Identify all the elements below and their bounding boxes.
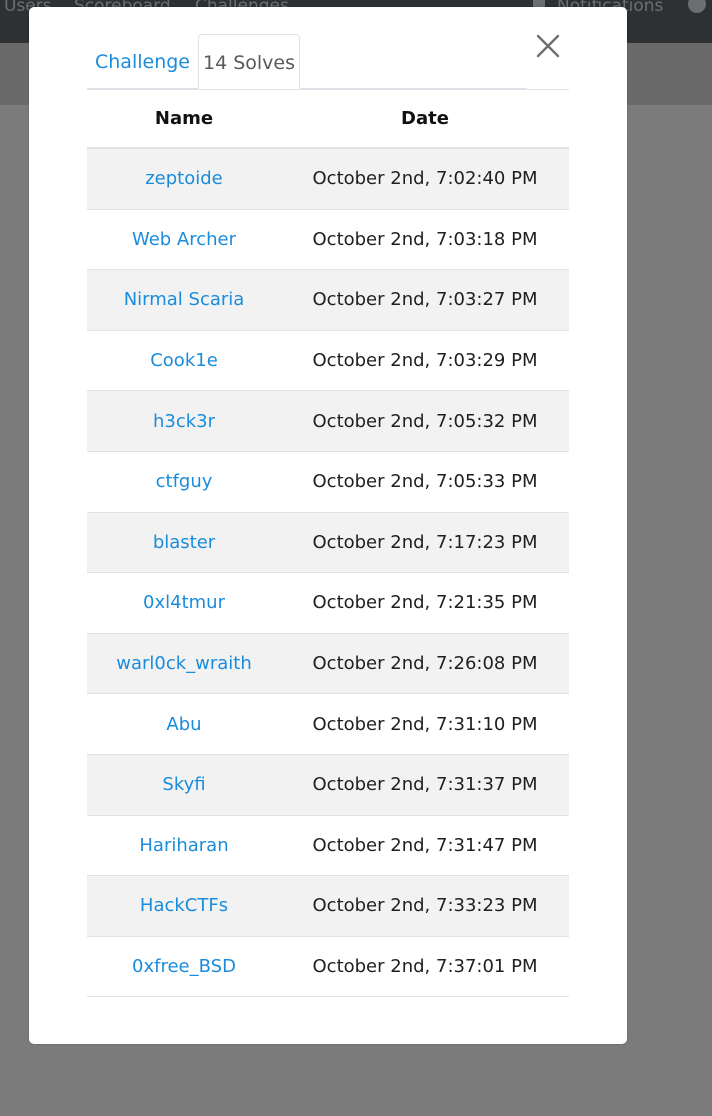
close-icon <box>536 34 560 58</box>
user-link[interactable]: blaster <box>153 532 215 553</box>
solves-modal: Challenge 14 Solves Name Date zeptoide O… <box>29 7 627 1044</box>
date-cell: October 2nd, 7:31:37 PM <box>281 754 569 816</box>
date-cell: October 2nd, 7:21:35 PM <box>281 572 569 634</box>
table-row: ctfguy October 2nd, 7:05:33 PM <box>87 451 569 513</box>
date-cell: October 2nd, 7:31:10 PM <box>281 693 569 755</box>
name-cell: h3ck3r <box>87 390 281 452</box>
table-row: zeptoide October 2nd, 7:02:40 PM <box>87 148 569 210</box>
table-row: Web Archer October 2nd, 7:03:18 PM <box>87 209 569 271</box>
user-link[interactable]: HackCTFs <box>140 895 228 916</box>
table-row: Cook1e October 2nd, 7:03:29 PM <box>87 330 569 392</box>
name-cell: zeptoide <box>87 148 281 210</box>
name-cell: Cook1e <box>87 330 281 392</box>
solves-table: Name Date zeptoide October 2nd, 7:02:40 … <box>87 89 569 998</box>
date-cell: October 2nd, 7:37:01 PM <box>281 936 569 998</box>
date-cell: October 2nd, 7:05:33 PM <box>281 451 569 513</box>
name-cell: 0xl4tmur <box>87 572 281 634</box>
user-link[interactable]: Hariharan <box>139 835 228 856</box>
user-link[interactable]: zeptoide <box>145 168 223 189</box>
table-row: HackCTFs October 2nd, 7:33:23 PM <box>87 875 569 937</box>
table-row: Skyfi October 2nd, 7:31:37 PM <box>87 754 569 816</box>
tab-challenge[interactable]: Challenge <box>87 34 198 88</box>
table-row: Abu October 2nd, 7:31:10 PM <box>87 693 569 755</box>
name-cell: Hariharan <box>87 815 281 877</box>
user-link[interactable]: Web Archer <box>132 229 236 250</box>
user-link[interactable]: Abu <box>166 714 201 735</box>
column-header-date: Date <box>281 89 569 149</box>
date-cell: October 2nd, 7:33:23 PM <box>281 875 569 937</box>
name-cell: Web Archer <box>87 209 281 271</box>
date-cell: October 2nd, 7:26:08 PM <box>281 633 569 695</box>
user-link[interactable]: 0xfree_BSD <box>132 956 236 977</box>
user-link[interactable]: ctfguy <box>156 471 213 492</box>
table-row: warl0ck_wraith October 2nd, 7:26:08 PM <box>87 633 569 695</box>
date-cell: October 2nd, 7:02:40 PM <box>281 148 569 210</box>
table-row: Nirmal Scaria October 2nd, 7:03:27 PM <box>87 269 569 331</box>
table-row: blaster October 2nd, 7:17:23 PM <box>87 512 569 574</box>
date-cell: October 2nd, 7:03:18 PM <box>281 209 569 271</box>
date-cell: October 2nd, 7:17:23 PM <box>281 512 569 574</box>
table-header-row: Name Date <box>87 89 569 149</box>
user-link[interactable]: Cook1e <box>150 350 218 371</box>
name-cell: Nirmal Scaria <box>87 269 281 331</box>
name-cell: 0xfree_BSD <box>87 936 281 998</box>
date-cell: October 2nd, 7:31:47 PM <box>281 815 569 877</box>
name-cell: blaster <box>87 512 281 574</box>
user-circle-icon[interactable] <box>688 0 706 13</box>
close-button[interactable] <box>533 31 563 61</box>
table-row: 0xl4tmur October 2nd, 7:21:35 PM <box>87 572 569 634</box>
name-cell: Abu <box>87 693 281 755</box>
table-row: h3ck3r October 2nd, 7:05:32 PM <box>87 390 569 452</box>
name-cell: Skyfi <box>87 754 281 816</box>
user-link[interactable]: warl0ck_wraith <box>116 653 252 674</box>
name-cell: warl0ck_wraith <box>87 633 281 695</box>
table-row: 0xfree_BSD October 2nd, 7:37:01 PM <box>87 936 569 998</box>
modal-tabs: Challenge 14 Solves <box>87 34 527 89</box>
user-link[interactable]: h3ck3r <box>153 411 215 432</box>
tab-solves[interactable]: 14 Solves <box>198 34 300 89</box>
name-cell: ctfguy <box>87 451 281 513</box>
date-cell: October 2nd, 7:05:32 PM <box>281 390 569 452</box>
user-link[interactable]: 0xl4tmur <box>143 592 225 613</box>
name-cell: HackCTFs <box>87 875 281 937</box>
date-cell: October 2nd, 7:03:29 PM <box>281 330 569 392</box>
user-link[interactable]: Nirmal Scaria <box>124 289 245 310</box>
table-row: Hariharan October 2nd, 7:31:47 PM <box>87 815 569 877</box>
user-link[interactable]: Skyfi <box>162 774 205 795</box>
column-header-name: Name <box>87 89 281 149</box>
date-cell: October 2nd, 7:03:27 PM <box>281 269 569 331</box>
